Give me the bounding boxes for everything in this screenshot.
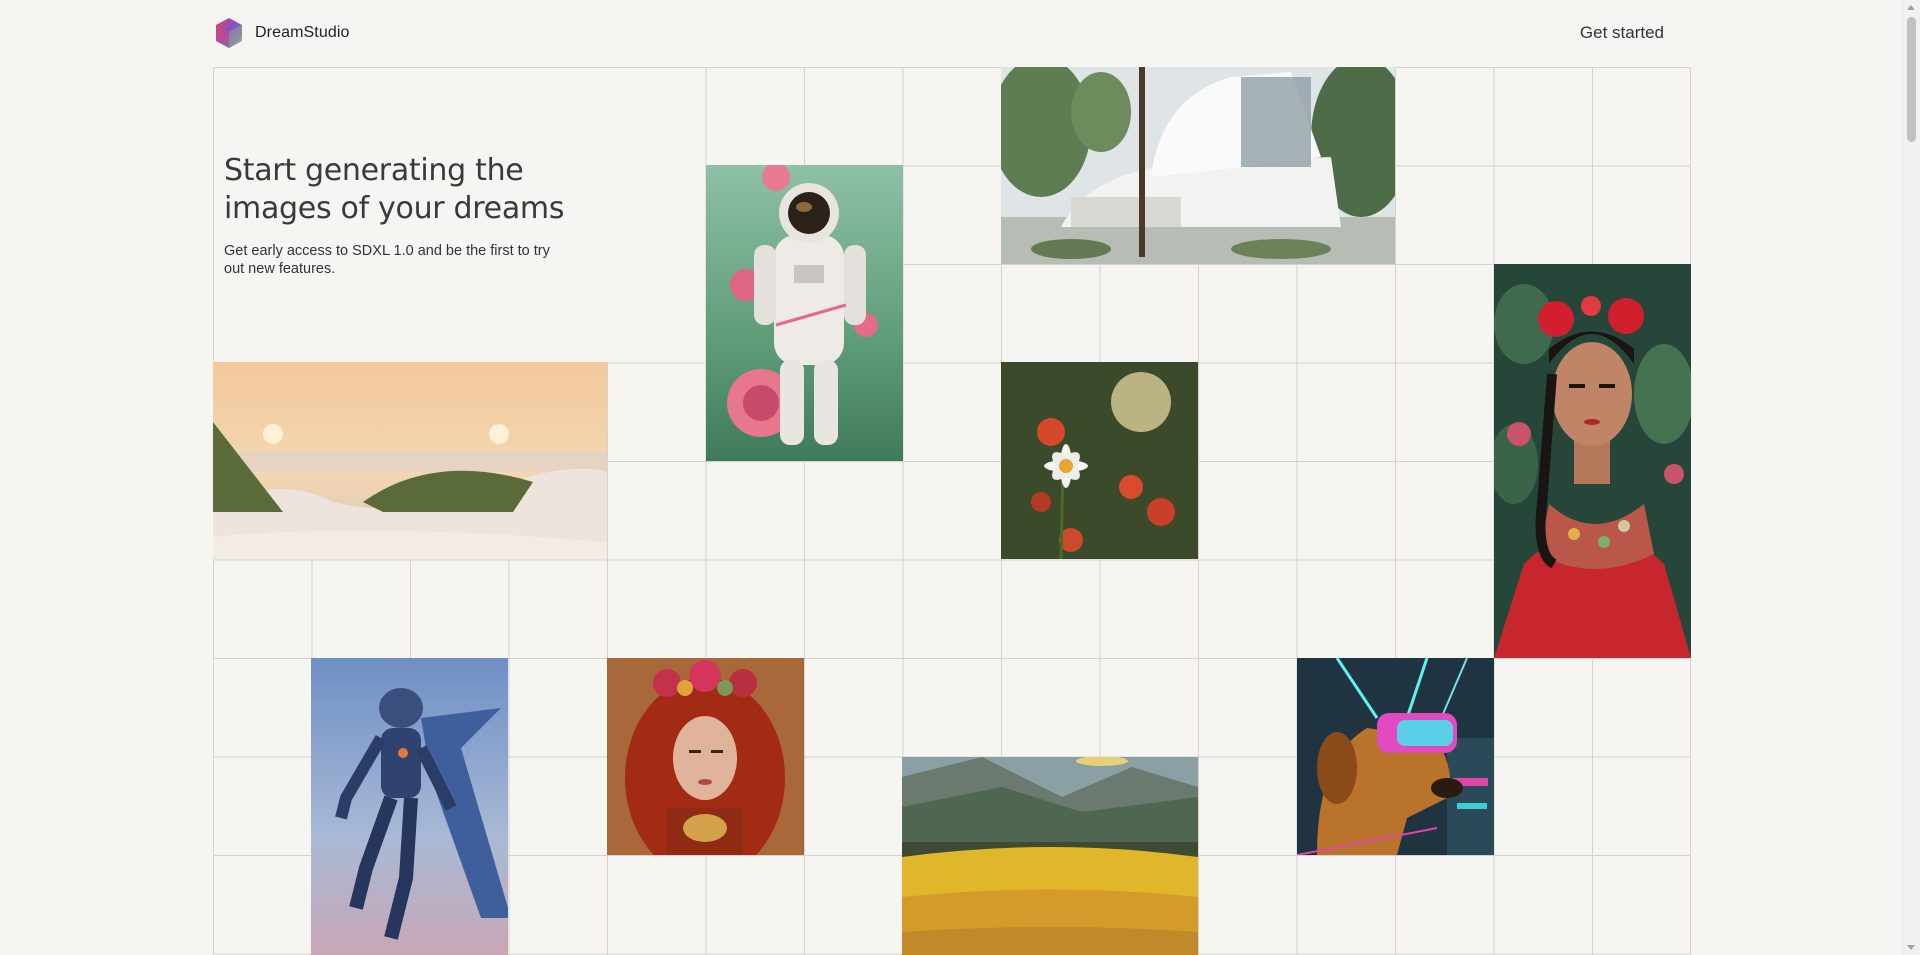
top-header: DreamStudio Get started (213, 14, 1690, 52)
flower-valley-image[interactable] (902, 757, 1198, 955)
brand-link[interactable]: DreamStudio (213, 14, 349, 52)
hero-panel: Start generating the images of your drea… (213, 67, 705, 362)
redhead-portrait-image[interactable] (607, 658, 804, 855)
beach-dunes-image-art (213, 362, 607, 559)
redhead-portrait-image-art (607, 658, 804, 855)
hexagon-gradient-logo-icon (216, 18, 242, 48)
page-scrollbar[interactable] (1902, 0, 1920, 955)
beach-dunes-image[interactable] (213, 362, 607, 559)
hero-subtitle: Get early access to SDXL 1.0 and be the … (224, 243, 550, 277)
brand-name: DreamStudio (255, 24, 350, 41)
daisy-image-art (1001, 362, 1198, 559)
flower-valley-image-art (902, 757, 1198, 955)
astronaut-image-art (706, 165, 903, 461)
scroll-thumb[interactable] (1907, 17, 1916, 142)
image-grid: Start generating the images of your drea… (213, 67, 1691, 955)
daisy-image[interactable] (1001, 362, 1198, 559)
scroll-down-arrow-icon[interactable] (1907, 945, 1915, 950)
dog-vr-image-art (1297, 658, 1494, 855)
armored-figure-image-art (311, 658, 508, 955)
scroll-up-arrow-icon[interactable] (1907, 5, 1915, 10)
modern-house-image[interactable] (1001, 67, 1395, 264)
armored-figure-image[interactable] (311, 658, 508, 955)
frida-portrait-image[interactable] (1494, 264, 1691, 658)
frida-portrait-image-art (1494, 264, 1691, 658)
dog-vr-image[interactable] (1297, 658, 1494, 855)
get-started-button[interactable]: Get started (1580, 14, 1664, 52)
modern-house-image-art (1001, 67, 1395, 264)
astronaut-image[interactable] (706, 165, 903, 461)
page: DreamStudio Get started Start generating… (0, 0, 1920, 955)
hero-title: Start generating the images of your drea… (224, 153, 565, 226)
